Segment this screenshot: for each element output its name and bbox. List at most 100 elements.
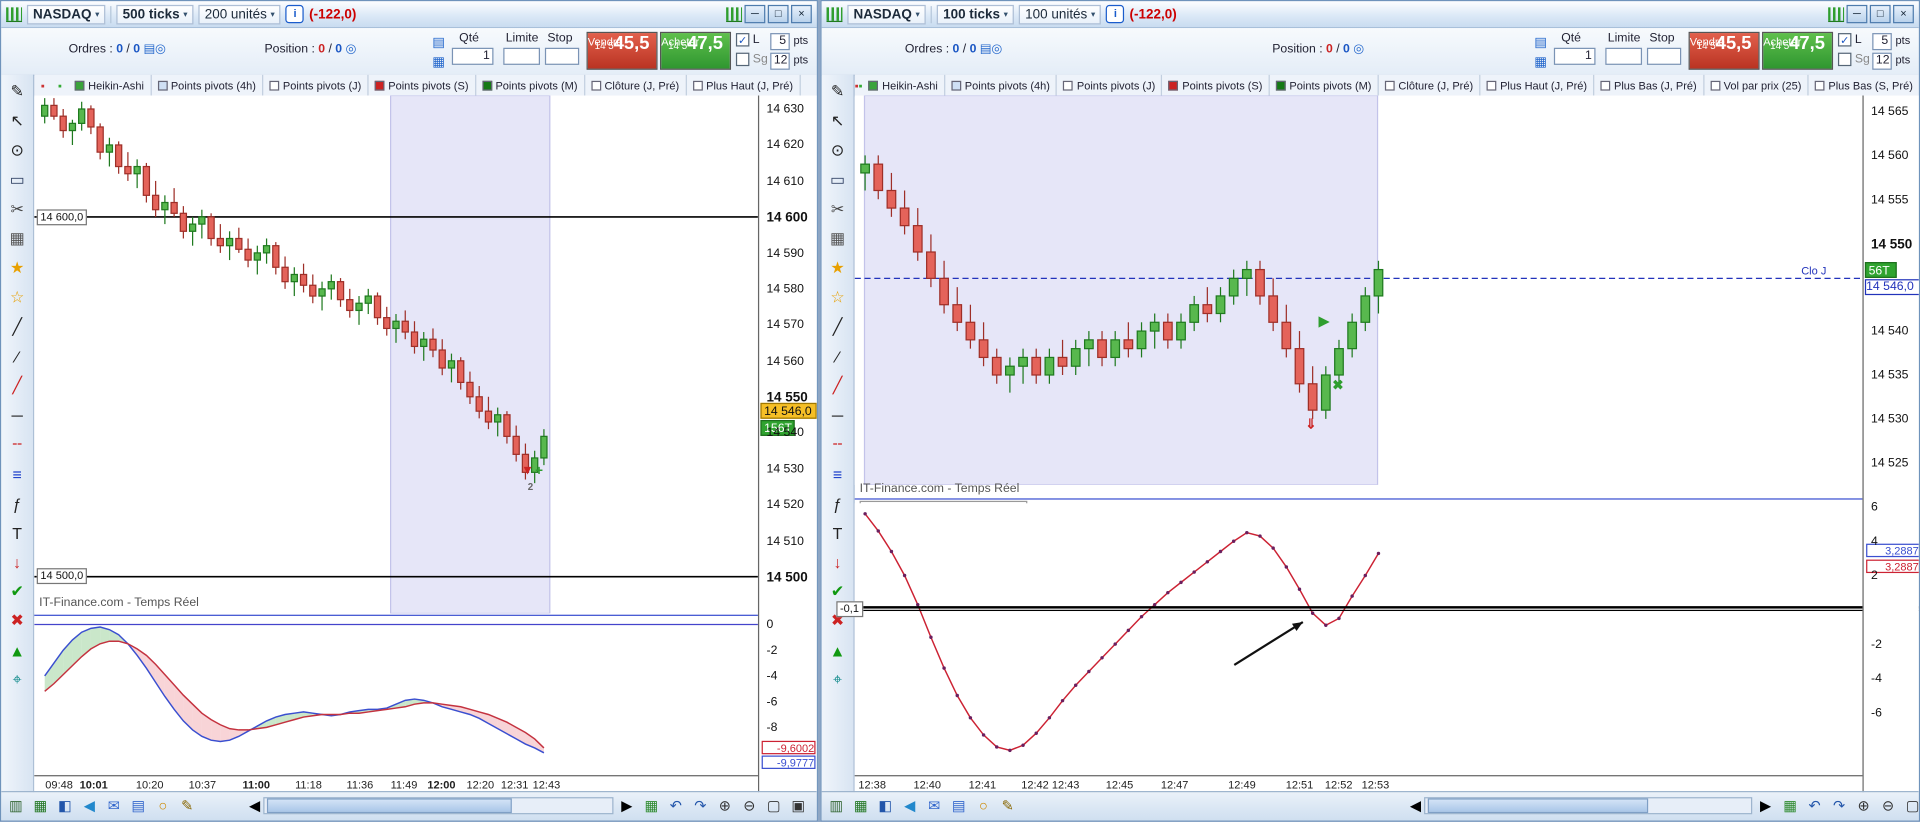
buy-button[interactable]: Acheter 14 547,5: [659, 31, 732, 70]
scroll-right-button[interactable]: ▶: [1755, 795, 1777, 817]
indicator-marker-icon[interactable]: ▪: [51, 79, 68, 91]
limit-input[interactable]: [503, 47, 540, 65]
pencil-icon[interactable]: ✎: [823, 77, 851, 106]
indicator-tab-4[interactable]: Points pivots (S): [1163, 74, 1270, 96]
compare-icon[interactable]: ◧: [54, 795, 76, 817]
printer-icon[interactable]: ▤: [432, 34, 445, 51]
qty-input[interactable]: 1: [1553, 47, 1596, 65]
indicator-tab-5[interactable]: Points pivots (M): [1270, 74, 1379, 96]
zoom-out-icon[interactable]: ⊖: [1877, 795, 1899, 817]
buy-button[interactable]: Acheter 14 547,5: [1762, 31, 1834, 70]
price-axis[interactable]: 14 546,0 156T -9,6002 -9,9777 14 630 14 6…: [757, 95, 817, 793]
symbol-selector[interactable]: NASDAQ ▾: [847, 4, 926, 24]
magnifier-icon[interactable]: ⊙: [823, 136, 851, 165]
confirm-icon[interactable]: ✔: [3, 577, 31, 606]
redo-icon[interactable]: ↷: [1828, 795, 1850, 817]
red-dashed-line-icon[interactable]: ╌: [3, 430, 31, 459]
limit-input[interactable]: [1605, 47, 1643, 65]
horizontal-line-icon[interactable]: ─: [3, 400, 31, 429]
close-button[interactable]: ×: [791, 4, 812, 24]
share-icon[interactable]: ◀: [899, 795, 921, 817]
sell-button[interactable]: Vendre 14 545,5: [586, 31, 658, 70]
macd-threshold-line[interactable]: [854, 606, 1919, 612]
magnifier-icon[interactable]: ⊙: [3, 136, 31, 165]
units-selector[interactable]: 200 unités ▾: [198, 4, 281, 24]
heikin-ashi-icon[interactable]: ▦: [850, 795, 872, 817]
hline-price-label[interactable]: 14 600,0: [36, 209, 87, 226]
table-icon[interactable]: ▦: [640, 795, 662, 817]
news-icon[interactable]: ▤: [948, 795, 970, 817]
trash-icon[interactable]: ▦: [823, 224, 851, 253]
zoom-in-icon[interactable]: ⊕: [1853, 795, 1875, 817]
price-chart[interactable]: ▾ +2: [34, 95, 758, 614]
cursor-icon[interactable]: ↖: [3, 107, 31, 136]
fibonacci-icon[interactable]: ≡: [823, 459, 851, 488]
news-icon[interactable]: ▤: [127, 795, 149, 817]
hline-price-label[interactable]: 14 500,0: [36, 568, 87, 585]
star-outline-icon[interactable]: ☆: [823, 283, 851, 312]
indicator-tab-6[interactable]: Clôture (J, Pré): [585, 74, 687, 96]
stop-distance-checkbox[interactable]: [735, 52, 750, 67]
price-marker-icon[interactable]: ▪: [34, 79, 51, 91]
copy-icon[interactable]: ▭: [823, 165, 851, 194]
indicator-tab-8[interactable]: Plus Bas (J, Pré): [1594, 74, 1705, 96]
window-titlebar[interactable]: NASDAQ ▾ 100 ticks ▾ 100 unités ▾ i (-122,0…: [821, 1, 1919, 29]
minimize-button[interactable]: ─: [1846, 4, 1868, 24]
orders-history-icon[interactable]: ◎: [991, 43, 1002, 56]
indicator-tab-10[interactable]: Plus Bas (S, Pré): [1809, 75, 1919, 96]
cursor-icon[interactable]: ↖: [823, 107, 851, 136]
info-icon[interactable]: i: [285, 4, 305, 24]
zoom-in-icon[interactable]: ⊕: [714, 795, 736, 817]
orders-history-icon[interactable]: ◎: [155, 43, 166, 56]
indicator-tab-1[interactable]: Heikin-Ashi: [69, 74, 152, 96]
buy-marker-icon[interactable]: ▲: [823, 636, 851, 665]
chart-style-icon[interactable]: ▥: [825, 795, 847, 817]
copy-icon[interactable]: ▭: [3, 165, 31, 194]
period-selector[interactable]: 500 ticks ▾: [116, 4, 194, 24]
indicator-tab-7[interactable]: Plus Haut (J, Pré): [1480, 74, 1595, 96]
indicator-tab-3[interactable]: Points pivots (J): [1057, 74, 1163, 96]
chart-scrollbar[interactable]: [263, 797, 614, 815]
detach-chart-icon[interactable]: [726, 6, 743, 22]
macd-chart[interactable]: [34, 617, 758, 776]
star-icon[interactable]: ★: [823, 253, 851, 282]
share-icon[interactable]: ◀: [78, 795, 100, 817]
limit-distance-input[interactable]: 5: [770, 33, 790, 51]
price-chart[interactable]: ⇓ ✖ ▶: [854, 95, 1863, 485]
draw-mode-icon[interactable]: ✎: [997, 795, 1019, 817]
scissors-icon[interactable]: ✂: [823, 195, 851, 224]
message-icon[interactable]: ✉: [103, 795, 125, 817]
pencil-icon[interactable]: ✎: [3, 77, 31, 106]
indicator-tab-1[interactable]: Heikin-Ashi: [863, 74, 946, 96]
orders-list-icon[interactable]: ▤: [980, 43, 992, 56]
sell-marker-icon[interactable]: ↓: [823, 547, 851, 576]
clock-icon[interactable]: ○: [972, 795, 994, 817]
chart-style-icon[interactable]: ▥: [5, 795, 27, 817]
function-icon[interactable]: ƒ: [3, 489, 31, 518]
close-button[interactable]: ×: [1893, 4, 1914, 24]
buy-marker-icon[interactable]: ▲: [3, 636, 31, 665]
info-icon[interactable]: i: [1106, 4, 1125, 24]
ray-line-icon[interactable]: ∕: [823, 342, 851, 371]
undo-icon[interactable]: ↶: [1804, 795, 1826, 817]
qty-input[interactable]: 1: [451, 47, 494, 65]
chart-scrollbar[interactable]: [1424, 797, 1753, 815]
compare-icon[interactable]: ◧: [874, 795, 896, 817]
sell-marker-icon[interactable]: ↓: [3, 547, 31, 576]
limit-distance-input[interactable]: 5: [1872, 33, 1892, 51]
red-trendline-icon[interactable]: ╱: [823, 371, 851, 400]
scrollbar-thumb[interactable]: [1427, 798, 1649, 814]
stop-input[interactable]: [544, 47, 580, 65]
text-tool-icon[interactable]: T: [3, 518, 31, 547]
calendar-icon[interactable]: ▦: [1534, 54, 1547, 70]
limit-distance-checkbox[interactable]: ✓: [735, 33, 750, 47]
fit-screen-icon[interactable]: ▢: [1902, 795, 1919, 817]
text-tool-icon[interactable]: T: [823, 518, 851, 547]
units-selector[interactable]: 100 unités ▾: [1019, 4, 1102, 24]
heikin-ashi-icon[interactable]: ▦: [29, 795, 51, 817]
indicator-tab-3[interactable]: Points pivots (J): [263, 74, 369, 96]
redo-icon[interactable]: ↷: [689, 795, 711, 817]
scissors-icon[interactable]: ✂: [3, 195, 31, 224]
delete-icon[interactable]: ✖: [3, 606, 31, 635]
indicator-tab-7[interactable]: Plus Haut (J, Pré): [687, 74, 801, 96]
